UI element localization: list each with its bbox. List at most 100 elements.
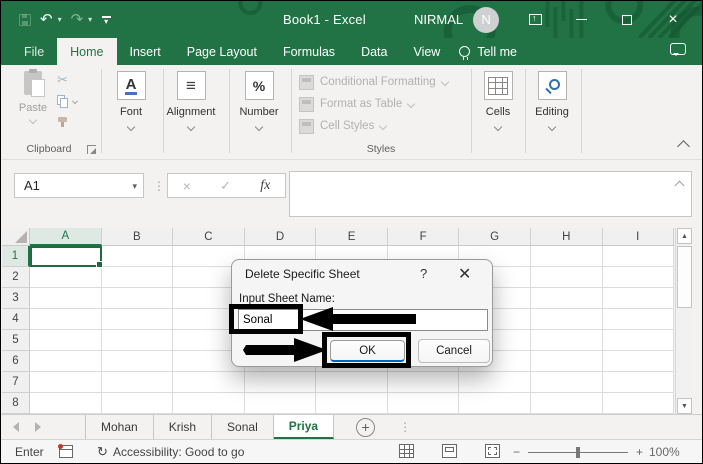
cell-e8[interactable] — [316, 393, 388, 414]
column-header-a[interactable]: A — [30, 228, 102, 246]
cell-h8[interactable] — [530, 393, 603, 414]
cancel-entry-icon[interactable]: × — [183, 178, 191, 194]
row-header-6[interactable]: 6 — [2, 351, 30, 372]
macro-recording-icon[interactable] — [58, 444, 73, 458]
zoom-in-icon[interactable]: + — [636, 445, 643, 459]
page-layout-view-icon[interactable] — [442, 444, 457, 458]
format-painter-button[interactable] — [57, 115, 78, 129]
cell-i6[interactable] — [602, 351, 675, 372]
column-header-g[interactable]: G — [459, 228, 531, 246]
number-group-button[interactable]: % Number — [229, 71, 289, 132]
cell-b5[interactable] — [101, 330, 174, 351]
column-header-b[interactable]: B — [101, 228, 174, 246]
copy-dropdown-icon[interactable] — [72, 98, 78, 104]
cell-b7[interactable] — [101, 372, 174, 393]
tab-data[interactable]: Data — [348, 38, 400, 65]
conditional-formatting-button[interactable]: Conditional Formatting — [299, 71, 449, 93]
zoom-level[interactable]: 100% — [649, 445, 680, 459]
undo-icon[interactable]: ↶ — [40, 12, 53, 27]
row-header-3[interactable]: 3 — [2, 288, 30, 309]
cell-d7[interactable] — [244, 372, 317, 393]
close-button[interactable]: × — [650, 1, 696, 38]
zoom-slider-thumb[interactable] — [576, 446, 581, 458]
cell-styles-button[interactable]: Cell Styles — [299, 115, 448, 137]
cell-a3[interactable] — [30, 288, 102, 309]
formula-input[interactable] — [289, 171, 692, 217]
cell-b2[interactable] — [101, 267, 174, 288]
format-as-table-button[interactable]: Format as Table — [299, 93, 448, 115]
font-group-button[interactable]: A Font — [101, 71, 161, 132]
normal-view-icon[interactable] — [399, 444, 414, 458]
minimize-button[interactable] — [558, 1, 604, 38]
new-sheet-button[interactable]: + — [356, 417, 376, 437]
cell-d8[interactable] — [244, 393, 317, 414]
tab-home[interactable]: Home — [57, 38, 117, 65]
cell-i4[interactable] — [602, 309, 675, 330]
cell-i2[interactable] — [602, 267, 675, 288]
cell-c8[interactable] — [173, 393, 245, 414]
cancel-button[interactable]: Cancel — [418, 339, 490, 363]
cells-group-button[interactable]: Cells — [468, 71, 528, 132]
cell-b1[interactable] — [101, 246, 174, 267]
sheet-tab-krish[interactable]: Krish — [154, 415, 213, 439]
cell-b8[interactable] — [101, 393, 174, 414]
cell-h1[interactable] — [530, 246, 603, 267]
vertical-scrollbar[interactable]: ▲ ▼ — [675, 228, 692, 414]
tab-formulas[interactable]: Formulas — [270, 38, 348, 65]
select-all-corner[interactable] — [2, 228, 30, 246]
page-break-view-icon[interactable] — [485, 444, 500, 458]
tell-me[interactable]: Tell me — [453, 38, 517, 65]
clipboard-dialog-launcher[interactable] — [87, 145, 96, 154]
cell-i3[interactable] — [602, 288, 675, 309]
save-icon[interactable] — [19, 13, 31, 26]
cell-a7[interactable] — [30, 372, 102, 393]
dialog-help-button[interactable]: ? — [420, 266, 427, 281]
cell-b4[interactable] — [101, 309, 174, 330]
expand-formula-bar-icon[interactable] — [674, 180, 685, 191]
column-header-h[interactable]: H — [530, 228, 603, 246]
column-header-c[interactable]: C — [173, 228, 245, 246]
row-header-4[interactable]: 4 — [2, 309, 30, 330]
cell-i7[interactable] — [602, 372, 675, 393]
name-box[interactable]: A1 ▾ — [14, 173, 144, 198]
scroll-down-button[interactable]: ▼ — [677, 398, 692, 414]
cell-a6[interactable] — [30, 351, 102, 372]
sheet-tab-sonal[interactable]: Sonal — [212, 415, 274, 439]
sheet-nav-right-icon[interactable] — [35, 422, 41, 432]
cell-e7[interactable] — [316, 372, 388, 393]
cell-i5[interactable] — [602, 330, 675, 351]
cell-b6[interactable] — [101, 351, 174, 372]
cell-f7[interactable] — [387, 372, 460, 393]
maximize-button[interactable] — [604, 1, 650, 38]
ribbon-display-options-button[interactable] — [512, 1, 558, 38]
editing-group-button[interactable]: Editing — [522, 71, 582, 132]
column-header-e[interactable]: E — [316, 228, 388, 246]
sheet-nav-left-icon[interactable] — [13, 422, 19, 432]
cell-i1[interactable] — [602, 246, 675, 267]
cell-a4[interactable] — [30, 309, 102, 330]
row-header-8[interactable]: 8 — [2, 393, 30, 414]
row-header-7[interactable]: 7 — [2, 372, 30, 393]
cell-a8[interactable] — [30, 393, 102, 414]
tab-insert[interactable]: Insert — [117, 38, 174, 65]
copy-button[interactable] — [57, 94, 78, 108]
zoom-slider[interactable] — [528, 446, 629, 459]
selected-cell-a1[interactable] — [30, 246, 103, 268]
insert-function-icon[interactable]: fx — [260, 178, 270, 194]
tab-page-layout[interactable]: Page Layout — [174, 38, 270, 65]
name-box-dropdown-icon[interactable]: ▾ — [132, 181, 137, 192]
tab-file[interactable]: File — [11, 38, 57, 65]
cell-h7[interactable] — [530, 372, 603, 393]
collapse-ribbon-icon[interactable] — [677, 140, 690, 153]
redo-dropdown-icon[interactable]: ▾ — [88, 15, 92, 24]
cell-c7[interactable] — [173, 372, 245, 393]
dialog-close-button[interactable]: ✕ — [458, 264, 471, 284]
paste-button[interactable]: Paste — [15, 69, 51, 125]
cell-b3[interactable] — [101, 288, 174, 309]
zoom-out-icon[interactable]: − — [513, 445, 520, 459]
tab-view[interactable]: View — [400, 38, 453, 65]
cell-a2[interactable] — [30, 267, 102, 288]
vertical-scrollbar-thumb[interactable] — [677, 246, 692, 308]
comments-icon[interactable] — [670, 43, 686, 56]
cell-h2[interactable] — [530, 267, 603, 288]
